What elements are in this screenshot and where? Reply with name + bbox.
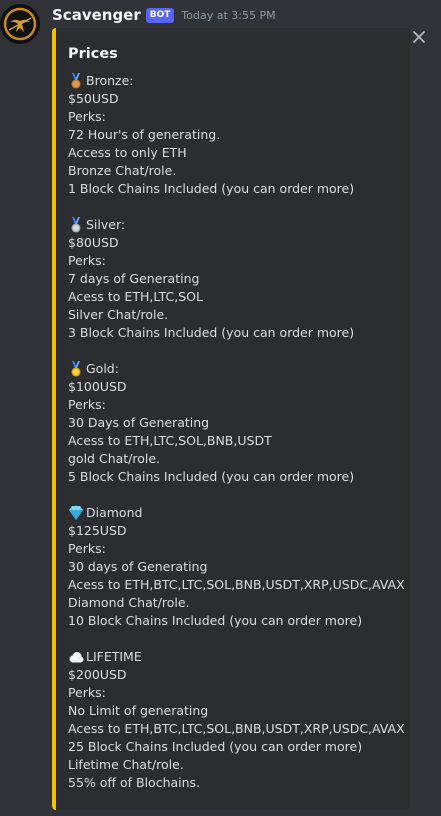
perks-label: Perks:	[68, 541, 106, 556]
tier-silver: Silver: $80USD Perks: 7 days of Generati…	[68, 216, 410, 342]
perk: 3 Block Chains Included (you can order m…	[68, 325, 355, 340]
bronze-medal-icon	[71, 73, 81, 89]
perk: Access to only ETH	[68, 145, 187, 160]
cloud-icon	[69, 652, 84, 663]
tier-name: Diamond	[86, 505, 143, 520]
perks-label: Perks:	[68, 253, 106, 268]
perk: 1 Block Chains Included (you can order m…	[68, 181, 355, 196]
perks-label: Perks:	[68, 397, 106, 412]
tier-bronze: Bronze: $50USD Perks: 72 Hour's of gener…	[68, 72, 410, 198]
avatar[interactable]	[0, 4, 40, 44]
perk: Acess to ETH,LTC,SOL	[68, 289, 203, 304]
perks-label: Perks:	[68, 685, 106, 700]
perk: 10 Block Chains Included (you can order …	[68, 613, 363, 628]
perk: Acess to ETH,BTC,LTC,SOL,BNB,USDT,XRP,US…	[68, 721, 405, 736]
perk: No Limit of generating	[68, 703, 209, 718]
tier-name: LIFETIME	[86, 649, 142, 664]
perks-label: Perks:	[68, 109, 106, 124]
close-button[interactable]	[410, 28, 428, 46]
diamond-icon	[69, 505, 83, 520]
perk: 7 days of Generating	[68, 271, 200, 286]
tier-name: Silver:	[86, 217, 126, 232]
perk: Acess to ETH,LTC,SOL,BNB,USDT	[68, 433, 272, 448]
perk: 30 days of Generating	[68, 559, 208, 574]
perk: 5 Block Chains Included (you can order m…	[68, 469, 355, 484]
perk: 55% off of Blochains.	[68, 775, 201, 790]
tier-price: $100USD	[68, 379, 127, 394]
username[interactable]: Scavenger	[52, 6, 141, 24]
tier-name: Bronze:	[86, 73, 134, 88]
perk: Silver Chat/role.	[68, 307, 169, 322]
gold-medal-icon	[71, 361, 81, 377]
tier-name-line: LIFETIME	[68, 648, 410, 666]
bot-badge: BOT	[145, 7, 175, 23]
perk: 72 Hour's of generating.	[68, 127, 221, 142]
tier-diamond: Diamond $125USD Perks: 30 days of Genera…	[68, 504, 410, 630]
tier-price: $125USD	[68, 523, 127, 538]
tier-name-line: Silver:	[68, 216, 410, 234]
perk: gold Chat/role.	[68, 451, 161, 466]
tier-name: Gold:	[86, 361, 119, 376]
tier-gold: Gold: $100USD Perks: 30 Days of Generati…	[68, 360, 410, 486]
perk: Diamond Chat/role.	[68, 595, 190, 610]
tier-price: $50USD	[68, 91, 119, 106]
embed: Prices Bronze: $50USD Perks: 72 Hour's o…	[52, 28, 410, 810]
tier-lifetime: LIFETIME $200USD Perks: No Limit of gene…	[68, 648, 410, 792]
perk: Acess to ETH,BTC,LTC,SOL,BNB,USDT,XRP,US…	[68, 577, 405, 592]
close-icon	[413, 31, 425, 43]
tier-name-line: Diamond	[68, 504, 410, 522]
silver-medal-icon	[71, 217, 81, 233]
perk: Bronze Chat/role.	[68, 163, 177, 178]
perk: 30 Days of Generating	[68, 415, 210, 430]
tier-name-line: Gold:	[68, 360, 410, 378]
perk: Lifetime Chat/role.	[68, 757, 184, 772]
tier-name-line: Bronze:	[68, 72, 410, 90]
message-header: Scavenger BOT Today at 3:55 PM	[52, 5, 276, 25]
perk: 25 Block Chains Included (you can order …	[68, 739, 363, 754]
timestamp[interactable]: Today at 3:55 PM	[181, 9, 275, 22]
tier-price: $80USD	[68, 235, 119, 250]
embed-accent-bar	[52, 28, 56, 810]
mockingjay-avatar-icon	[0, 4, 40, 44]
tier-price: $200USD	[68, 667, 127, 682]
embed-title: Prices	[68, 46, 118, 62]
